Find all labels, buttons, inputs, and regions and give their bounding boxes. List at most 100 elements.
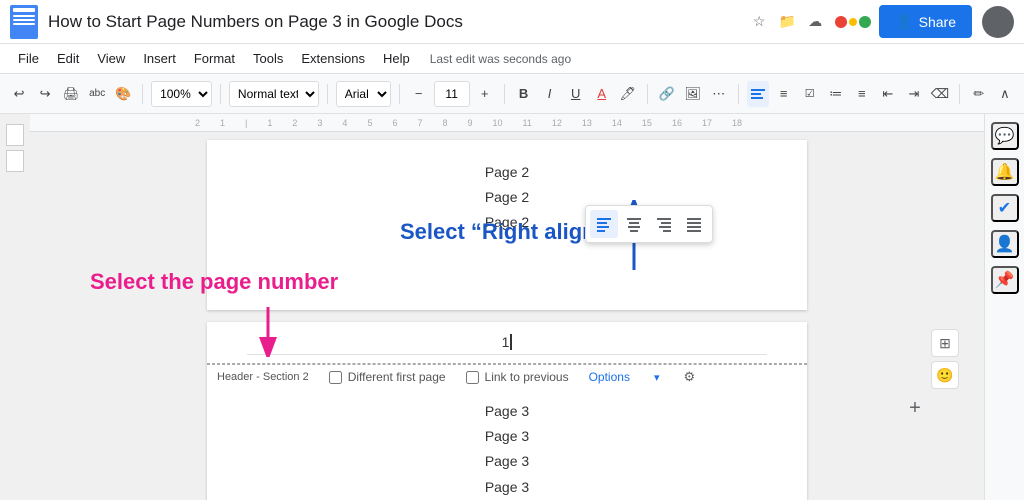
toolbar-divider-3	[327, 84, 328, 104]
toolbar-divider-2	[220, 84, 221, 104]
page-thumbnail[interactable]	[6, 124, 24, 146]
emoji-button[interactable]: 🙂	[931, 361, 959, 389]
right-align-annotation-text: Select “Right align”	[400, 219, 607, 244]
menu-edit[interactable]: Edit	[49, 47, 87, 70]
title-bar: How to Start Page Numbers on Page 3 in G…	[0, 0, 1024, 44]
different-first-label: Different first page	[348, 370, 446, 384]
redo-button[interactable]: ↪	[34, 81, 56, 107]
link-previous-group: Link to previous	[466, 370, 569, 384]
person-panel-button[interactable]: 👤	[991, 230, 1019, 258]
line-spacing-button[interactable]: ≡	[773, 81, 795, 107]
page-container: Page 2 Page 2 Page 2 1 Header - Section …	[30, 132, 984, 500]
page-line: Page 2	[247, 160, 767, 185]
title-icons: ☆ 📁 ☁	[749, 12, 825, 32]
comments-panel-button[interactable]: 💬	[991, 122, 1019, 150]
header-settings-icon[interactable]: ⚙	[683, 369, 695, 385]
main-area: 2 1 | 1 2 3 4 5 6 7 8 9 10 11 12 13 14 1…	[0, 114, 1024, 500]
ordered-list-button[interactable]: ≔	[825, 81, 847, 107]
menu-format[interactable]: Format	[186, 47, 243, 70]
align-justify-button[interactable]	[680, 210, 708, 238]
font-size-decrease[interactable]: −	[408, 81, 430, 107]
align-button[interactable]	[747, 81, 769, 107]
page-number-value: 1	[502, 334, 513, 350]
right-align-annotation: Select “Right align”	[400, 219, 607, 245]
print-button[interactable]: 🖨	[60, 81, 82, 107]
meet-icon	[835, 16, 871, 28]
ruler: 2 1 | 1 2 3 4 5 6 7 8 9 10 11 12 13 14 1…	[30, 114, 984, 132]
link-previous-checkbox[interactable]	[466, 371, 479, 384]
different-first-checkbox[interactable]	[329, 371, 342, 384]
document-title[interactable]: How to Start Page Numbers on Page 3 in G…	[48, 12, 749, 32]
menu-bar: File Edit View Insert Format Tools Exten…	[0, 44, 1024, 74]
doc-icon	[10, 5, 38, 39]
page-line: Page 3	[247, 399, 767, 424]
add-content-button[interactable]: +	[901, 394, 929, 422]
align-left-icon	[750, 86, 766, 102]
toolbar-divider-7	[738, 84, 739, 104]
page-line: Page 3	[247, 424, 767, 449]
highlight-button[interactable]: 🖊	[617, 81, 639, 107]
share-button[interactable]: 👤 Share	[879, 5, 972, 38]
align-left-button[interactable]	[590, 210, 618, 238]
edit-mode-button[interactable]: ✏	[968, 81, 990, 107]
header-section-bar: Header - Section 2 Different first page …	[207, 364, 807, 389]
style-select[interactable]: Normal text	[229, 81, 319, 107]
options-chevron[interactable]: ▾	[654, 371, 660, 384]
menu-view[interactable]: View	[89, 47, 133, 70]
link-button[interactable]: 🔗	[656, 81, 678, 107]
link-previous-label: Link to previous	[485, 370, 569, 384]
checklist-button[interactable]: ☑	[799, 81, 821, 107]
add-row-button[interactable]: ⊞	[931, 329, 959, 357]
toolbar-divider-5	[504, 84, 505, 104]
zoom-select[interactable]: 100%	[151, 81, 212, 107]
menu-help[interactable]: Help	[375, 47, 418, 70]
collapse-toolbar-button[interactable]: ∧	[994, 81, 1016, 107]
underline-button[interactable]: U	[565, 81, 587, 107]
font-select[interactable]: Arial	[336, 81, 391, 107]
check-button[interactable]: ✔	[991, 194, 1019, 222]
share-label: Share	[919, 14, 956, 30]
indent-less-button[interactable]: ⇤	[877, 81, 899, 107]
font-size-increase[interactable]: +	[474, 81, 496, 107]
star-icon[interactable]: ☆	[749, 12, 769, 32]
menu-insert[interactable]: Insert	[135, 47, 184, 70]
bold-button[interactable]: B	[513, 81, 535, 107]
align-right-button[interactable]	[650, 210, 678, 238]
location-button[interactable]: 📌	[991, 266, 1019, 294]
page-gap	[50, 310, 964, 322]
page-thumbnail[interactable]	[6, 150, 24, 172]
clear-format-button[interactable]: ⌫	[929, 81, 951, 107]
menu-tools[interactable]: Tools	[245, 47, 291, 70]
text-color-button[interactable]: A	[591, 81, 613, 107]
cloud-icon[interactable]: ☁	[805, 12, 825, 32]
user-avatar[interactable]	[982, 6, 1014, 38]
left-sidebar	[0, 114, 30, 500]
undo-button[interactable]: ↩	[8, 81, 30, 107]
toolbar: ↩ ↪ 🖨 abc 🎨 100% Normal text Arial − + B…	[0, 74, 1024, 114]
options-button[interactable]: Options	[589, 370, 630, 384]
font-size-input[interactable]	[434, 81, 470, 107]
select-annotation: Select the page number	[90, 269, 338, 295]
menu-file[interactable]: File	[10, 47, 47, 70]
alignment-popup	[585, 205, 713, 243]
meet-button[interactable]	[835, 16, 871, 28]
indent-more-button[interactable]: ⇥	[903, 81, 925, 107]
menu-extensions[interactable]: Extensions	[293, 47, 373, 70]
paint-button[interactable]: 🎨	[112, 81, 134, 107]
page-line: Page 3	[247, 449, 767, 474]
image-button[interactable]: 🖼	[682, 81, 704, 107]
page-2-content: Page 3 Page 3 Page 3 Page 3 Page 3 Page …	[207, 389, 807, 500]
italic-button[interactable]: I	[539, 81, 561, 107]
header-section-label: Header - Section 2	[217, 371, 309, 383]
page-number-display[interactable]: 1	[247, 330, 767, 355]
more-button[interactable]: ⋯	[708, 81, 730, 107]
folder-icon[interactable]: 📁	[777, 12, 797, 32]
share-icon: 👤	[895, 13, 912, 30]
ruler-content: 2 1 | 1 2 3 4 5 6 7 8 9 10 11 12 13 14 1…	[195, 118, 742, 128]
notifications-button[interactable]: 🔔	[991, 158, 1019, 186]
right-side-toolbar: ⊞ 🙂	[931, 329, 959, 389]
align-center-button[interactable]	[620, 210, 648, 238]
toolbar-divider-8	[959, 84, 960, 104]
bullet-list-button[interactable]: ≡	[851, 81, 873, 107]
spellcheck-button[interactable]: abc	[86, 81, 108, 107]
